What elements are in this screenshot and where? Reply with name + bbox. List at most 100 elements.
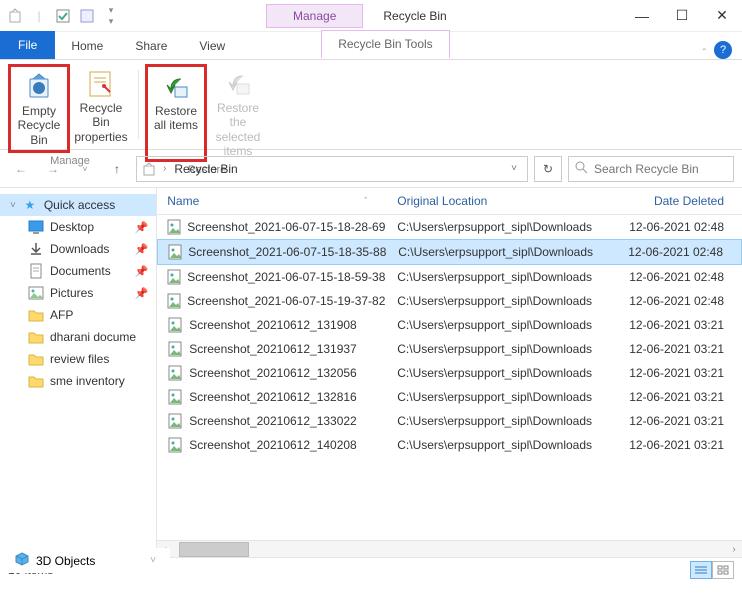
tab-view[interactable]: View (183, 33, 241, 59)
sidebar-review[interactable]: review files (0, 348, 156, 370)
tab-recycle-bin-tools[interactable]: Recycle Bin Tools (321, 30, 450, 59)
sidebar-downloads[interactable]: Downloads 📌 (0, 238, 156, 260)
breadcrumb-current[interactable]: Recycle Bin (172, 162, 239, 176)
address-dropdown-icon[interactable]: ˅ (505, 163, 523, 174)
tab-home[interactable]: Home (55, 33, 119, 59)
close-button[interactable]: ✕ (702, 1, 742, 31)
column-original-location[interactable]: Original Location (387, 192, 617, 210)
image-file-icon (167, 341, 183, 357)
nav-recent-dropdown[interactable]: ˅ (72, 156, 98, 182)
content-area: ˅ ★ Quick access Desktop 📌 Downloads 📌 D… (0, 188, 742, 557)
sidebar-afp[interactable]: AFP (0, 304, 156, 326)
search-box[interactable] (568, 156, 734, 182)
image-file-icon (167, 317, 183, 333)
file-date: 12-06-2021 03:21 (617, 388, 742, 406)
restore-all-icon (160, 70, 192, 102)
sort-asc-icon: ˆ (364, 196, 367, 206)
file-location: C:\Users\erpsupport_sipl\Downloads (387, 340, 617, 358)
horizontal-scrollbar[interactable]: ‹ › (157, 540, 742, 557)
ribbon-group-restore: Restore all items Restore the selected i… (143, 64, 271, 145)
image-file-icon (167, 437, 183, 453)
file-row[interactable]: Screenshot_20210612_131908C:\Users\erpsu… (157, 313, 742, 337)
file-date: 12-06-2021 02:48 (617, 218, 742, 236)
refresh-button[interactable]: ↻ (534, 156, 562, 182)
file-row[interactable]: Screenshot_20210612_132056C:\Users\erpsu… (157, 361, 742, 385)
file-location: C:\Users\erpsupport_sipl\Downloads (387, 218, 617, 236)
view-details-button[interactable] (690, 561, 712, 579)
view-toggle (690, 561, 734, 579)
star-icon: ★ (22, 197, 38, 213)
titlebar: | ▾▾ Manage Recycle Bin — ☐ ✕ (0, 0, 742, 32)
empty-recycle-bin-button[interactable]: Empty Recycle Bin (8, 64, 70, 153)
file-row[interactable]: Screenshot_2021-06-07-15-18-28-69C:\User… (157, 215, 742, 239)
file-name: Screenshot_2021-06-07-15-18-35-88 (188, 245, 386, 259)
file-row[interactable]: Screenshot_2021-06-07-15-19-37-82C:\User… (157, 289, 742, 313)
recycle-bin-icon (6, 7, 24, 25)
file-row[interactable]: Screenshot_20210612_131937C:\Users\erpsu… (157, 337, 742, 361)
search-input[interactable] (594, 162, 727, 176)
image-file-icon (167, 269, 181, 285)
folder-icon (28, 373, 44, 389)
sidebar-3d-objects[interactable]: 3D Objects ˅ (0, 548, 170, 573)
file-date: 12-06-2021 03:21 (617, 340, 742, 358)
pin-icon: 📌 (135, 221, 149, 234)
sidebar-pictures[interactable]: Pictures 📌 (0, 282, 156, 304)
file-name: Screenshot_20210612_132056 (189, 366, 356, 380)
search-icon (575, 161, 588, 177)
file-list-pane: Nameˆ Original Location Date Deleted Scr… (157, 188, 742, 557)
sidebar-quick-access[interactable]: ˅ ★ Quick access (0, 194, 156, 216)
file-date: 12-06-2021 03:21 (617, 436, 742, 454)
file-row[interactable]: Screenshot_20210612_133022 C:\Users\erpsu… (157, 409, 742, 433)
qat-item-icon[interactable] (78, 7, 96, 25)
minimize-button[interactable]: — (622, 1, 662, 31)
view-large-icons-button[interactable] (712, 561, 734, 579)
maximize-button[interactable]: ☐ (662, 1, 702, 31)
file-location: C:\Users\erpsupport_sipl\Downloads (387, 316, 617, 334)
address-bar[interactable]: › Recycle Bin ˅ (136, 156, 528, 182)
tab-file[interactable]: File (0, 31, 55, 59)
recycle-bin-properties-button[interactable]: Recycle Bin properties (70, 64, 132, 153)
3d-objects-icon (14, 551, 30, 570)
column-date-deleted[interactable]: Date Deleted (617, 192, 742, 210)
sidebar-dharani[interactable]: dharani docume (0, 326, 156, 348)
sidebar-sme[interactable]: sme inventory (0, 370, 156, 392)
file-row[interactable]: Screenshot_20210612_132816C:\Users\erpsu… (157, 385, 742, 409)
sidebar-desktop[interactable]: Desktop 📌 (0, 216, 156, 238)
file-date: 12-06-2021 02:48 (617, 292, 742, 310)
ribbon: Empty Recycle Bin Recycle Bin properties… (0, 60, 742, 150)
nav-sidebar: ˅ ★ Quick access Desktop 📌 Downloads 📌 D… (0, 188, 157, 557)
file-name: Screenshot_2021-06-07-15-19-37-82 (187, 294, 385, 308)
breadcrumb-sep-icon[interactable]: › (163, 163, 166, 174)
downloads-icon (28, 241, 44, 257)
recycle-bin-small-icon (141, 161, 157, 177)
qat-checkbox-icon[interactable] (54, 7, 72, 25)
column-name[interactable]: Nameˆ (157, 192, 387, 210)
help-button[interactable]: ? (714, 41, 732, 59)
ribbon-tabs: File Home Share View Recycle Bin Tools ˆ… (0, 32, 742, 60)
image-file-icon (167, 365, 183, 381)
file-name: Screenshot_20210612_133022 (189, 414, 356, 428)
nav-up-button[interactable]: ↑ (104, 156, 130, 182)
file-row[interactable]: Screenshot_2021-06-07-15-18-59-38C:\User… (157, 265, 742, 289)
qat-dropdown-icon[interactable]: ▾▾ (102, 7, 120, 25)
file-location: C:\Users\erpsupport_sipl\Downloads (387, 292, 617, 310)
sidebar-documents[interactable]: Documents 📌 (0, 260, 156, 282)
restore-all-button[interactable]: Restore all items (145, 64, 207, 162)
scroll-right-icon[interactable]: › (726, 544, 742, 555)
file-row[interactable]: Screenshot_20210612_140208C:\Users\erpsu… (157, 433, 742, 457)
file-row[interactable]: Screenshot_2021-06-07-15-18-35-88C:\User… (157, 239, 742, 265)
image-file-icon (168, 244, 182, 260)
scroll-thumb[interactable] (179, 542, 249, 557)
file-rows: Screenshot_2021-06-07-15-18-28-69C:\User… (157, 215, 742, 540)
window-controls: — ☐ ✕ (622, 1, 742, 31)
sidebar-scroll-down-icon[interactable]: ˅ (150, 555, 156, 566)
tab-share[interactable]: Share (119, 33, 183, 59)
image-file-icon (167, 389, 183, 405)
file-location: C:\Users\erpsupport_sipl\Downloads (387, 268, 617, 286)
file-location: C:\Users\erpsupport_sipl\Downloads (387, 412, 617, 430)
file-location: C:\Users\erpsupport_sipl\Downloads (387, 436, 617, 454)
collapse-ribbon-icon[interactable]: ˆ (703, 48, 706, 59)
folder-icon (28, 329, 44, 345)
file-location: C:\Users\erpsupport_sipl\Downloads (387, 388, 617, 406)
pin-icon: 📌 (135, 265, 149, 278)
